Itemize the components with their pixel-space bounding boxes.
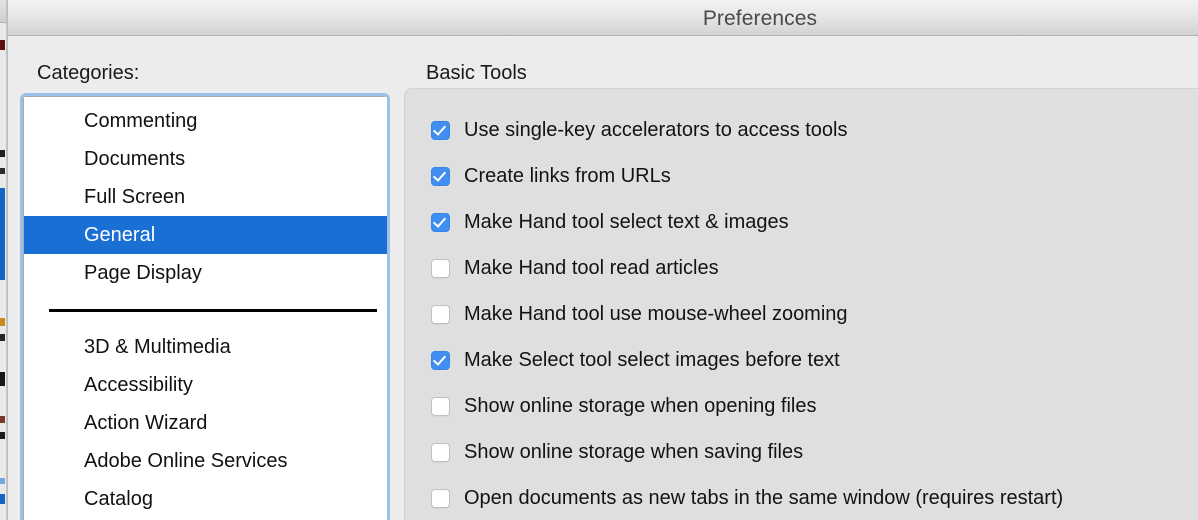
background-fragment (0, 334, 5, 341)
background-fragment (0, 478, 5, 484)
background-window-sliver (0, 0, 8, 520)
sidebar-item-commenting[interactable]: Commenting (24, 102, 387, 140)
checkbox-row[interactable]: Show online storage when saving files (405, 429, 1198, 475)
background-fragment (0, 494, 5, 504)
checkbox-label: Use single-key accelerators to access to… (464, 118, 848, 141)
checkbox-checked-icon[interactable] (431, 350, 450, 370)
checkbox-label: Show online storage when saving files (464, 440, 804, 463)
background-fragment (0, 168, 5, 174)
checkbox-label: Open documents as new tabs in the same w… (464, 486, 1064, 509)
checkbox-label: Make Hand tool read articles (464, 256, 719, 279)
window-title-container: Preferences (8, 7, 1198, 31)
checkbox-label: Show online storage when opening files (464, 394, 817, 417)
checkbox-row[interactable]: Make Select tool select images before te… (405, 337, 1198, 383)
dialog-content: Categories: Commenting Documents Full Scre… (8, 37, 1198, 520)
checkmark-icon (432, 351, 447, 366)
background-fragment (0, 150, 5, 157)
checkbox-label: Make Hand tool select text & images (464, 210, 789, 233)
categories-list[interactable]: Commenting Documents Full Screen General Pag… (20, 93, 390, 520)
background-fragment (0, 188, 5, 280)
categories-separator (24, 292, 387, 328)
basic-tools-groupbox: Use single-key accelerators to access to… (404, 88, 1198, 520)
window-title: Preferences (702, 7, 818, 30)
checkbox-row[interactable]: Use single-key accelerators to access to… (405, 107, 1198, 153)
checkbox-row[interactable]: Make Hand tool select text & images (405, 199, 1198, 245)
basic-tools-options: Use single-key accelerators to access to… (405, 107, 1198, 520)
background-fragment (0, 416, 5, 423)
sidebar-item-accessibility[interactable]: Accessibility (24, 366, 387, 404)
checkbox-checked-icon[interactable] (431, 120, 450, 140)
background-fragment (0, 432, 5, 439)
checkmark-icon (432, 121, 447, 136)
background-fragment (0, 372, 5, 386)
checkbox-row[interactable]: Create links from URLs (405, 153, 1198, 199)
sidebar-item-general[interactable]: General (24, 216, 387, 254)
preferences-window: Preferences Categories: Commenting Docume… (8, 0, 1198, 520)
background-fragment (0, 40, 5, 50)
checkbox-unchecked-icon[interactable] (431, 488, 450, 508)
sidebar-item-catalog[interactable]: Catalog (24, 480, 387, 518)
checkbox-label: Make Hand tool use mouse-wheel zooming (464, 302, 848, 325)
sidebar-item-adobe-online-services[interactable]: Adobe Online Services (24, 442, 387, 480)
sidebar-item-action-wizard[interactable]: Action Wizard (24, 404, 387, 442)
checkmark-icon (432, 167, 447, 182)
sidebar-item-documents[interactable]: Documents (24, 140, 387, 178)
categories-list-items: Commenting Documents Full Screen General Pag… (24, 102, 387, 518)
checkbox-row[interactable]: Make Hand tool use mouse-wheel zooming (405, 291, 1198, 337)
sidebar-item-page-display[interactable]: Page Display (24, 254, 387, 292)
checkbox-label: Create links from URLs (464, 164, 671, 187)
checkbox-checked-icon[interactable] (431, 212, 450, 232)
section-title-basic-tools: Basic Tools (426, 62, 527, 84)
sidebar-item-full-screen[interactable]: Full Screen (24, 178, 387, 216)
categories-label: Categories: (37, 62, 140, 84)
checkbox-label: Make Select tool select images before te… (464, 348, 840, 371)
separator-rule (49, 309, 377, 312)
checkbox-checked-icon[interactable] (431, 166, 450, 186)
checkmark-icon (432, 213, 447, 228)
background-fragment (0, 318, 5, 326)
checkbox-row[interactable]: Show online storage when opening files (405, 383, 1198, 429)
sidebar-item-3d-multimedia[interactable]: 3D & Multimedia (24, 328, 387, 366)
categories-list-inner: Commenting Documents Full Screen General Pag… (23, 96, 387, 520)
checkbox-unchecked-icon[interactable] (431, 442, 450, 462)
checkbox-row[interactable]: Make Hand tool read articles (405, 245, 1198, 291)
checkbox-unchecked-icon[interactable] (431, 304, 450, 324)
checkbox-unchecked-icon[interactable] (431, 258, 450, 278)
checkbox-row[interactable]: Open documents as new tabs in the same w… (405, 475, 1198, 520)
checkbox-unchecked-icon[interactable] (431, 396, 450, 416)
window-titlebar[interactable]: Preferences (8, 0, 1198, 36)
preferences-dialog: Preferences Categories: Commenting Docume… (0, 0, 1198, 520)
